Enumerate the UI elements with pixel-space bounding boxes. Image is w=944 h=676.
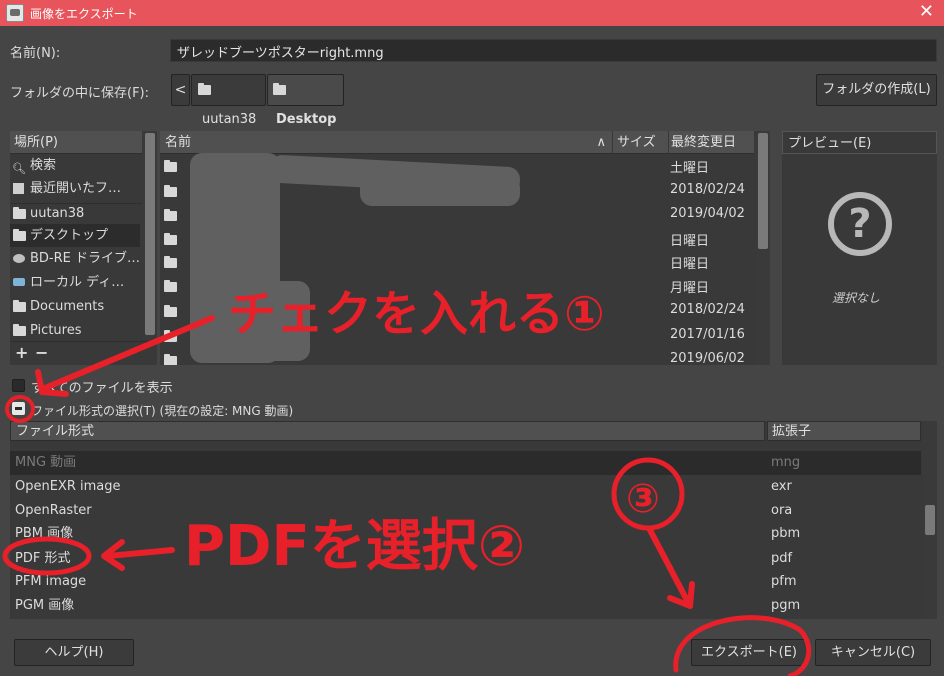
annotation-circle-pdf (2, 536, 92, 576)
annotation-arrow-2 (105, 547, 175, 559)
annotation-note-3: ③ (626, 476, 660, 522)
annotation-arrow-1 (42, 315, 215, 391)
annotation-note-1: チェクを入れる① (228, 286, 605, 342)
annotation-circle-toggle (5, 395, 35, 423)
annotation-overlay: チェクを入れる① PDFを選択② ③ (2, 286, 812, 676)
annotation-circle-export (673, 615, 812, 676)
annotation-note-2: PDFを選択② (184, 514, 525, 579)
annotation-arrow-3 (647, 527, 693, 609)
